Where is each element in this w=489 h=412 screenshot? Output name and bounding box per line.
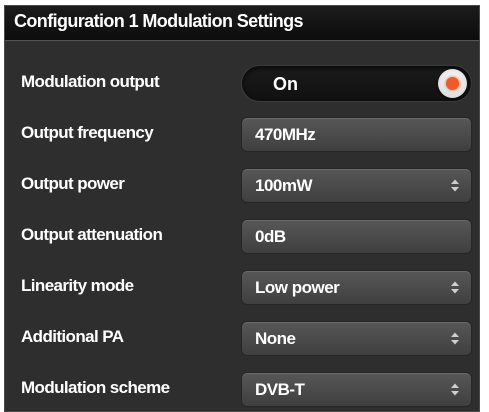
modulation-output-label: Modulation output <box>21 72 160 91</box>
linearity-mode-row: Linearity mode Low power <box>5 266 479 306</box>
up-down-chevron-icon <box>451 179 459 192</box>
toggle-state-label: On <box>273 74 298 94</box>
up-down-chevron-icon <box>451 383 459 396</box>
linearity-mode-select[interactable]: Low power <box>241 270 472 305</box>
output-frequency-value: 470MHz <box>255 125 316 144</box>
additional-pa-select[interactable]: None <box>241 321 472 356</box>
modulation-scheme-label: Modulation scheme <box>21 378 170 397</box>
modulation-scheme-value: DVB-T <box>255 380 305 399</box>
output-frequency-row: Output frequency 470MHz <box>5 113 479 153</box>
output-power-row: Output power 100mW <box>5 164 479 204</box>
modulation-settings-panel: Configuration 1 Modulation Settings Modu… <box>4 5 480 412</box>
panel-header: Configuration 1 Modulation Settings <box>5 6 479 41</box>
modulation-output-row: Modulation output On <box>5 62 479 102</box>
linearity-mode-value: Low power <box>255 278 340 297</box>
additional-pa-row: Additional PA None <box>5 317 479 357</box>
output-attenuation-label: Output attenuation <box>21 225 163 244</box>
output-power-select[interactable]: 100mW <box>241 168 472 203</box>
output-frequency-label: Output frequency <box>21 123 154 142</box>
record-indicator-icon <box>446 77 459 90</box>
panel-title: Configuration 1 Modulation Settings <box>14 11 304 31</box>
up-down-chevron-icon <box>451 281 459 294</box>
output-attenuation-field[interactable]: 0dB <box>241 219 472 254</box>
output-power-label: Output power <box>21 174 125 193</box>
output-attenuation-row: Output attenuation 0dB <box>5 215 479 255</box>
modulation-scheme-select[interactable]: DVB-T <box>241 372 472 407</box>
output-frequency-field[interactable]: 470MHz <box>241 117 472 152</box>
toggle-knob[interactable] <box>438 69 467 98</box>
additional-pa-value: None <box>255 329 296 348</box>
modulation-output-toggle[interactable]: On <box>241 65 472 102</box>
output-power-value: 100mW <box>255 176 313 195</box>
up-down-chevron-icon <box>451 332 459 345</box>
additional-pa-label: Additional PA <box>21 327 124 346</box>
output-attenuation-value: 0dB <box>255 227 286 246</box>
modulation-scheme-row: Modulation scheme DVB-T <box>5 368 479 408</box>
linearity-mode-label: Linearity mode <box>21 276 134 295</box>
